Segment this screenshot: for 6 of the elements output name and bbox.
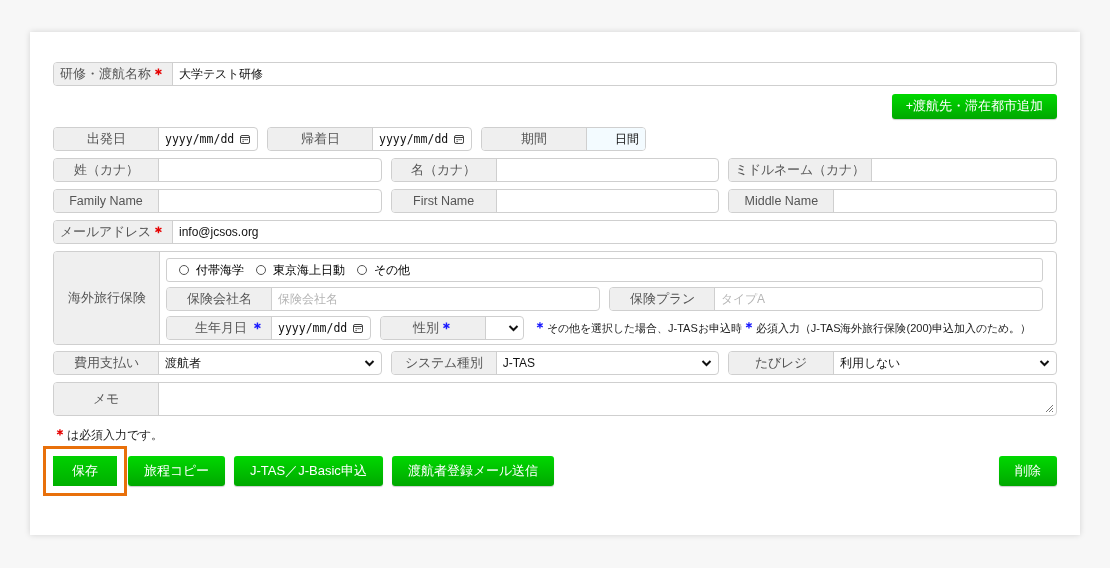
field-label: 海外旅行保険 <box>54 252 160 344</box>
radio-label[interactable]: 付帯海学 <box>196 261 244 279</box>
radio-label[interactable]: 東京海上日動 <box>273 261 345 279</box>
required-note: ＊は必須入力です。 <box>53 427 164 444</box>
insurance-note: ＊その他を選択した場合、J-TASお申込時＊必須入力（J-TAS海外旅行保険(200)申込加入のため。） <box>533 320 1032 336</box>
radio-label[interactable]: その他 <box>374 261 410 279</box>
